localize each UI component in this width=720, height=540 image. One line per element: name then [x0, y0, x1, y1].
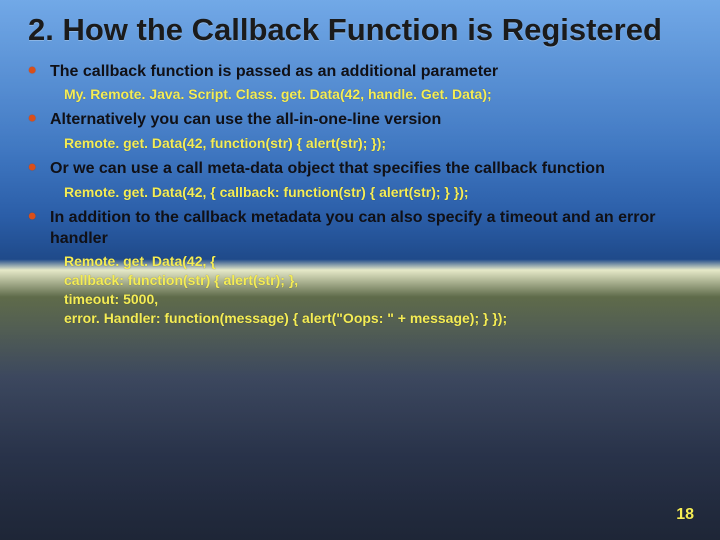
code-snippet: Remote. get. Data(42, function(str) { al…	[64, 134, 692, 153]
code-snippet: Remote. get. Data(42, { callback: functi…	[64, 183, 692, 202]
bullet-item: In addition to the callback metadata you…	[50, 208, 692, 328]
bullet-text: Alternatively you can use the all-in-one…	[50, 110, 692, 131]
code-snippet: Remote. get. Data(42, {callback: functio…	[64, 252, 692, 328]
bullet-list: The callback function is passed as an ad…	[28, 62, 692, 328]
bullet-item: Or we can use a call meta-data object th…	[50, 159, 692, 202]
slide: 2. How the Callback Function is Register…	[0, 0, 720, 540]
bullet-item: The callback function is passed as an ad…	[50, 62, 692, 105]
bullet-item: Alternatively you can use the all-in-one…	[50, 110, 692, 153]
page-number: 18	[676, 506, 694, 524]
code-snippet: My. Remote. Java. Script. Class. get. Da…	[64, 85, 692, 104]
bullet-text: Or we can use a call meta-data object th…	[50, 159, 692, 180]
bullet-text: In addition to the callback metadata you…	[50, 208, 692, 250]
bullet-text: The callback function is passed as an ad…	[50, 62, 692, 83]
slide-title: 2. How the Callback Function is Register…	[28, 12, 692, 48]
